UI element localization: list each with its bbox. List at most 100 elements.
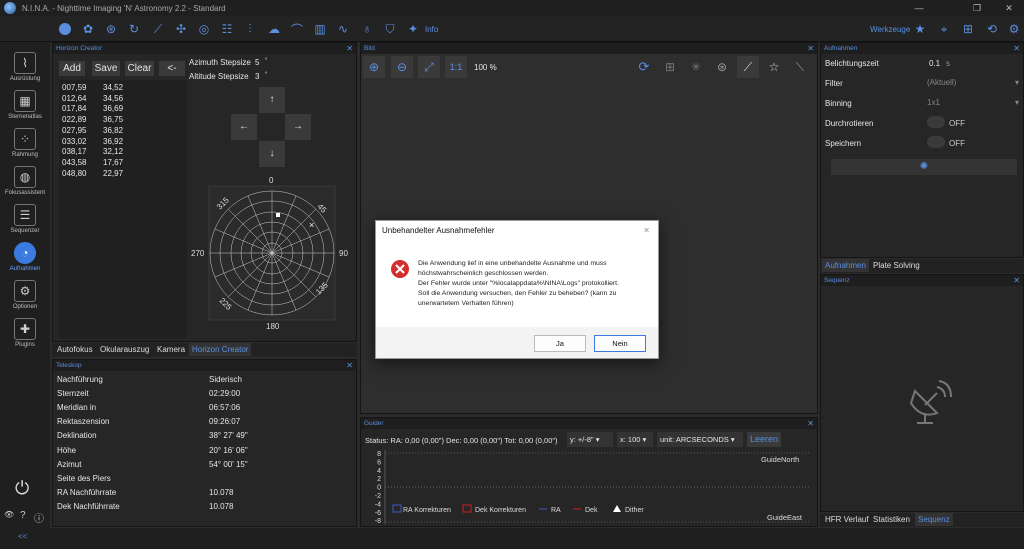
telescope-icon[interactable]: ⟋ [150,21,166,37]
dome-icon[interactable]: ⌒ [289,21,305,37]
close-icon[interactable]: ✕ [807,418,814,429]
exposure-input[interactable]: 0.1 [929,59,940,68]
binning-select[interactable]: 1x1 ▾ [927,96,1021,110]
lightbulb-icon[interactable]: ♁ [359,21,375,37]
arrow-up-button[interactable]: ↑ [259,87,285,113]
history-icon[interactable]: ⟲ [984,21,1000,37]
grid-icon[interactable]: ⊞ [659,56,681,78]
azimuth-stepsize-input[interactable]: 5 [255,58,259,67]
pulse-icon[interactable]: ∿ [335,21,351,37]
save-toggle[interactable] [927,136,945,148]
arrow-left-button[interactable]: ← [231,114,257,140]
power-icon[interactable]: ⏻ [15,478,29,499]
tools-label[interactable]: Werkzeuge [870,25,910,34]
puzzle-icon[interactable]: ✦ [405,21,421,37]
nav-sequencer[interactable]: ☰ Sequenzer [0,204,50,242]
close-icon[interactable]: ✕ [346,43,353,54]
clear-button[interactable]: Clear [125,61,154,76]
telescope-panel: Teleskop ✕ Nachführung Siderisch Sternzeit 0… [52,359,357,527]
clear-guider-button[interactable]: Leeren [747,432,781,447]
dither-toggle[interactable] [927,116,945,128]
star-detection-icon[interactable]: ☆ [763,56,785,78]
tab-hfr-history[interactable]: HFR Verlauf [822,513,872,526]
stretch-icon[interactable]: ⟋ [737,56,759,78]
tab-focuser[interactable]: Okularauszug [97,343,152,356]
target-icon[interactable]: ◎ [196,21,212,37]
nav-plugins[interactable]: ✚ Plugins [0,318,50,356]
nav-options[interactable]: ⚙ Optionen [0,280,50,318]
collapse-nav-button[interactable]: << [18,532,27,541]
info-icon[interactable]: ⓘ [34,510,44,525]
close-icon[interactable]: ✕ [807,43,814,54]
tab-sequence[interactable]: Sequenz [915,513,953,526]
start-capture-icon[interactable]: ✺ [831,159,1017,175]
horizon-point-row[interactable]: 043,58 17,67 [62,158,182,168]
tab-autofocus[interactable]: Autofokus [54,343,96,356]
horizon-point-row[interactable]: 022,89 36,75 [62,115,182,125]
close-icon[interactable]: ✕ [1013,43,1020,54]
rotator-icon[interactable]: ↻ [126,21,142,37]
fit-icon[interactable]: ⤢ [418,56,440,78]
filterwheel-icon[interactable]: ✿ [80,21,96,37]
horizon-point-row[interactable]: 012,64 34,56 [62,94,182,104]
minimize-button[interactable]: — [904,0,934,16]
arrow-right-button[interactable]: → [285,114,311,140]
maximize-button[interactable]: ❐ [962,0,992,16]
tab-statistics[interactable]: Statistiken [870,513,913,526]
ruler-icon[interactable]: ⊞ [960,21,976,37]
nav-atlas[interactable]: ▦ Sternenatlas [0,90,50,128]
horizon-point-row[interactable]: 027,95 36,82 [62,126,182,136]
refresh-icon[interactable]: ⟳ [633,56,655,78]
chart-icon[interactable]: ▥ [312,21,328,37]
arrow-down-button[interactable]: ↓ [259,141,285,167]
weather-icon[interactable]: ☁ [266,21,282,37]
tab-camera[interactable]: Kamera [154,343,188,356]
eye-icon[interactable]: 👁 [4,510,14,519]
horizon-point-row[interactable]: 038,17 32,12 [62,147,182,157]
nav-framing[interactable]: ⁘ Rahmung [0,128,50,166]
close-icon[interactable]: ✕ [1013,275,1020,286]
gear-icon[interactable]: ⚙ [1006,21,1022,37]
x-scale-select[interactable]: x: 100 ▾ [617,432,653,447]
zoom-in-icon[interactable]: ⊕ [363,56,385,78]
zoom-1-1-button[interactable]: 1:1 [445,56,467,78]
focuser-icon[interactable]: ⊛ [103,21,119,37]
camera-status-icon[interactable] [57,21,73,37]
dialog-close-button[interactable]: ✕ [643,221,650,241]
list-icon[interactable]: ☷ [219,21,235,37]
close-icon[interactable]: ✕ [346,360,353,371]
sliders-icon[interactable]: ⫶ [242,21,258,37]
yes-button[interactable]: Ja [534,335,586,352]
tab-horizon-creator[interactable]: Horizon Creator [189,343,252,356]
back-button[interactable]: <- [159,61,185,76]
guider-icon[interactable]: ✣ [173,21,189,37]
horizon-point-row[interactable]: 048,80 22,97 [62,169,182,179]
star-icon[interactable]: ★ [912,21,928,37]
annotate-icon[interactable]: ⟍ [789,56,811,78]
horizon-point-row[interactable]: 033,02 36,92 [62,137,182,147]
add-button[interactable]: Add [59,61,85,76]
close-window-button[interactable]: ✕ [994,0,1024,16]
nav-imaging[interactable]: ◔ Aufnahmen [0,242,50,280]
horizon-point-row[interactable]: 007,59 34,52 [62,83,182,93]
nav-focus-assistant[interactable]: ◍ Fokusassistent [0,166,50,204]
horizon-polar-plot[interactable]: × 0 45 90 135 180 225 270 315 [189,173,359,331]
filter-select[interactable]: (Aktuell) ▾ [927,76,1021,90]
no-button[interactable]: Nein [594,335,646,352]
help-icon[interactable]: ? [20,510,26,521]
tab-imaging[interactable]: Aufnahmen [822,259,869,272]
horizon-point-row[interactable]: 017,84 36,69 [62,104,182,114]
save-button[interactable]: Save [92,61,120,76]
y-scale-select[interactable]: y: +/-8" ▾ [567,432,613,447]
info-label[interactable]: Info [425,25,438,34]
nav-equipment[interactable]: ⌇ Ausrüstung [0,52,50,90]
altitude-stepsize-input[interactable]: 3 [255,72,259,81]
shield-icon[interactable]: ⛉ [382,21,398,37]
horizon-points-list[interactable]: 007,59 34,52 012,64 34,56 017,84 36,69 022,89 3… [59,80,187,338]
satellite-icon[interactable]: ⌖ [936,21,952,37]
tab-plate-solving[interactable]: Plate Solving [870,259,923,272]
unit-select[interactable]: unit: ARCSECONDS ▾ [657,432,743,447]
zoom-out-icon[interactable]: ⊖ [391,56,413,78]
target-crosshair-icon[interactable]: ⊛ [711,56,733,78]
crosshair-icon[interactable]: ✳ [685,56,707,78]
